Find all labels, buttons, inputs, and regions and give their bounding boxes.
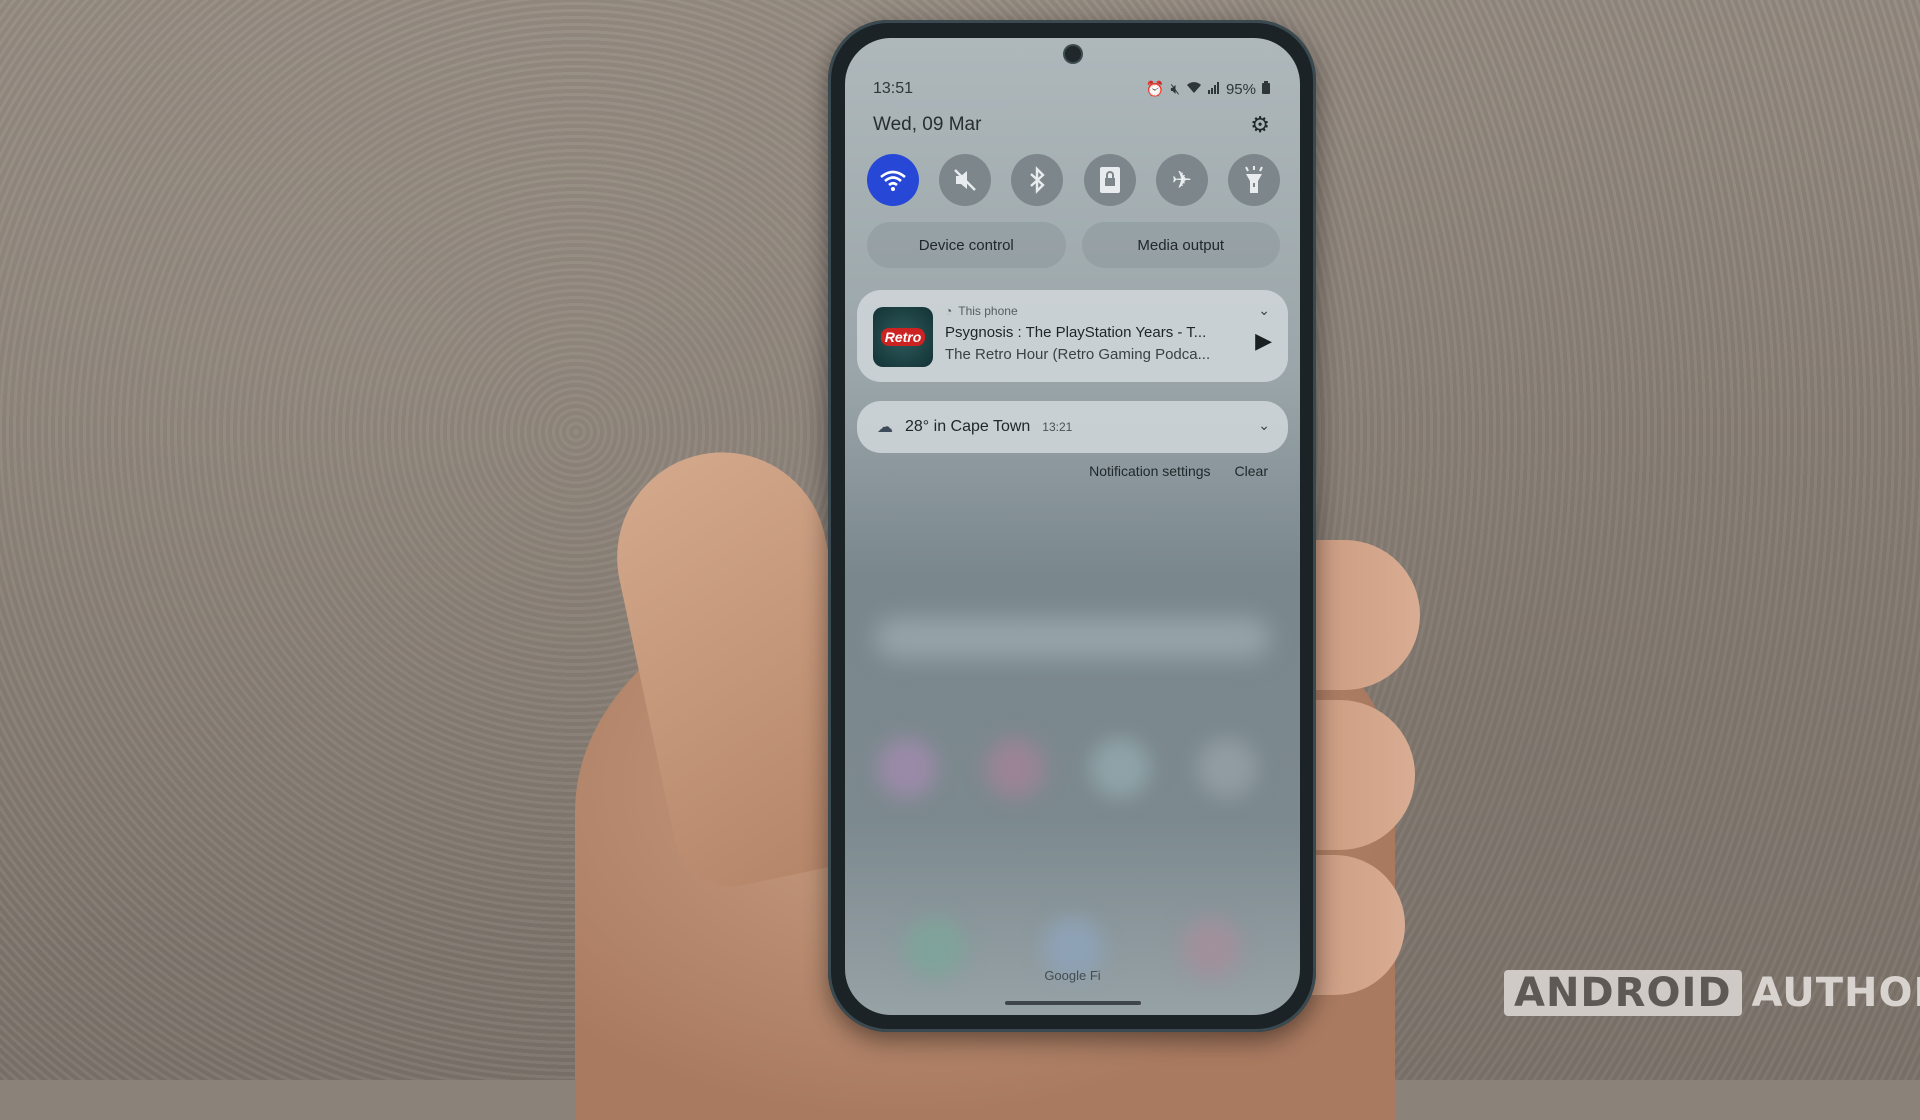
clear-button[interactable]: Clear xyxy=(1235,463,1268,479)
toggle-rotation-lock[interactable] xyxy=(1083,154,1136,206)
battery-percent: 95% xyxy=(1225,80,1256,98)
wifi-icon xyxy=(880,170,906,191)
gear-icon[interactable]: ⚙ xyxy=(1250,112,1270,138)
toggle-sound[interactable] xyxy=(939,154,992,206)
cloud-icon: ☁ xyxy=(877,419,893,436)
front-camera xyxy=(1064,46,1081,62)
wifi-icon xyxy=(1186,81,1202,98)
airplane-icon: ✈ xyxy=(1171,166,1192,194)
weather-text: 28° in Cape Town xyxy=(905,418,1031,435)
media-player-card[interactable]: Retro ◔ This phone Psygnosis : The PlayS… xyxy=(857,290,1288,382)
mute-icon xyxy=(954,169,977,191)
alarm-icon: ⏰ xyxy=(1145,81,1165,98)
media-subtitle: The Retro Hour (Retro Gaming Podca... xyxy=(945,346,1211,363)
device-control-button[interactable]: Device control xyxy=(867,222,1066,268)
media-output-button[interactable]: Media output xyxy=(1081,222,1280,268)
bluetooth-icon xyxy=(1030,166,1046,194)
toggle-wifi[interactable] xyxy=(867,154,919,206)
media-source: ◔ This phone xyxy=(945,304,1018,318)
phone: 13:51 ⏰ 🔇︎ 95% Wed, 09 Mar ⚙ ✈ Device co… xyxy=(828,20,1316,1032)
blurred-search-bar xyxy=(875,618,1270,658)
phone-screen: 13:51 ⏰ 🔇︎ 95% Wed, 09 Mar ⚙ ✈ Device co… xyxy=(845,38,1300,1015)
weather-notification[interactable]: ☁ 28° in Cape Town 13:21 ⌄ xyxy=(857,401,1288,453)
status-time: 13:51 xyxy=(873,80,914,97)
notification-settings-button[interactable]: Notification settings xyxy=(1089,463,1210,479)
chevron-down-icon[interactable]: ⌄ xyxy=(1258,417,1270,434)
cast-icon: ◔ xyxy=(945,304,953,318)
notification-actions: Notification settings Clear xyxy=(1089,463,1268,479)
toggle-flashlight[interactable] xyxy=(1227,154,1280,206)
artwork-label: Retro xyxy=(880,328,926,346)
play-icon[interactable]: ▶ xyxy=(1255,328,1272,354)
watermark-part2: AUTHORITY xyxy=(1751,970,1920,1016)
podcast-artwork: Retro xyxy=(873,307,933,367)
quick-panel-buttons: Device control Media output xyxy=(867,222,1280,268)
quick-settings-toggles: ✈ xyxy=(867,154,1280,206)
status-icons: ⏰ 🔇︎ 95% xyxy=(1146,80,1270,98)
status-bar: 13:51 ⏰ 🔇︎ 95% xyxy=(873,78,1270,100)
blurred-app-icon xyxy=(1090,738,1150,798)
battery-icon xyxy=(1262,80,1270,98)
date-row: Wed, 09 Mar ⚙ xyxy=(873,112,1270,138)
carrier-label: Google Fi xyxy=(1044,968,1101,983)
watermark-part1: ANDROID xyxy=(1504,970,1742,1016)
flashlight-icon xyxy=(1245,166,1263,193)
signal-icon xyxy=(1207,81,1220,98)
rotation-lock-icon xyxy=(1099,167,1120,193)
toggle-bluetooth[interactable] xyxy=(1011,154,1064,206)
media-title: Psygnosis : The PlayStation Years - T... xyxy=(945,324,1207,341)
home-indicator[interactable] xyxy=(1004,1001,1141,1005)
weather-time: 13:21 xyxy=(1042,420,1073,434)
blurred-app-icon xyxy=(1197,738,1257,798)
toggle-airplane[interactable]: ✈ xyxy=(1155,154,1208,206)
date-label: Wed, 09 Mar xyxy=(873,114,982,135)
blurred-app-icon xyxy=(877,738,937,798)
mute-icon: 🔇︎ xyxy=(1170,80,1180,98)
media-source-label: This phone xyxy=(958,304,1018,318)
chevron-down-icon[interactable]: ⌄ xyxy=(1258,302,1270,319)
blurred-app-icon xyxy=(985,738,1045,798)
watermark-logo: ANDROID AUTHORITY xyxy=(1504,970,1920,1016)
